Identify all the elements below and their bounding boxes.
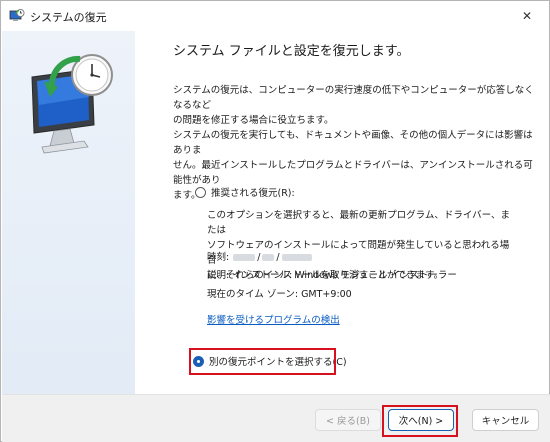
recommended-restore-option[interactable]: 推奨される復元(R):	[195, 185, 295, 199]
window-title: システムの復元	[30, 11, 107, 24]
recommended-radio[interactable]	[195, 186, 206, 198]
restore-hero-icon	[22, 47, 122, 157]
redacted-month	[262, 254, 275, 261]
warning-line: せん。最近インストールしたプログラムとドライバーは、アンインストールされる可能性…	[173, 160, 533, 186]
page-title: システム ファイルと設定を復元します。	[173, 44, 410, 59]
system-restore-window: システムの復元 ✕ システム ファイルと設定を復元します。 システムの復元は、コ…	[0, 0, 550, 442]
warning-line: システムの復元を実行しても、ドキュメントや画像、その他の個人データには影響はあり…	[173, 130, 533, 156]
option-highlight-box	[189, 348, 336, 375]
title-bar: システムの復元 ✕	[1, 1, 549, 31]
intro-paragraph: システムの復元は、コンピューターの実行速度の低下やコンピューターが応答しなくなる…	[173, 83, 537, 128]
restore-time-row: 時刻: / /	[207, 250, 312, 265]
side-panel	[2, 31, 135, 394]
date-separator: /	[276, 252, 280, 263]
redacted-year	[233, 254, 256, 261]
description-line: このオプションを選択すると、最新の更新プログラム、ドライバー、または	[207, 210, 511, 236]
restore-description-row: 説明: インストール: Windows モジュール インストーラー	[207, 270, 457, 281]
close-icon: ✕	[521, 9, 533, 23]
next-highlight-box	[382, 405, 458, 437]
intro-line: の問題を修正する場合に役立ちます。	[173, 115, 334, 126]
timezone-row: 現在のタイム ゾーン: GMT+9:00	[207, 289, 352, 300]
intro-line: システムの復元は、コンピューターの実行速度の低下やコンピューターが応答しなくなる…	[173, 85, 534, 111]
time-label: 時刻:	[207, 252, 230, 263]
close-button[interactable]: ✕	[505, 1, 549, 31]
redacted-day-time	[281, 254, 312, 261]
recommended-label: 推奨される復元(R):	[211, 188, 295, 199]
system-restore-icon	[9, 8, 25, 24]
back-button[interactable]: < 戻る(B)	[315, 409, 381, 431]
date-separator: /	[257, 252, 261, 263]
content-panel: システム ファイルと設定を復元します。 システムの復元は、コンピューターの実行速…	[135, 31, 549, 394]
button-bar: < 戻る(B) 次へ(N) > キャンセル	[2, 394, 550, 442]
scan-affected-programs-link[interactable]: 影響を受けるプログラムの検出	[207, 312, 340, 326]
cancel-button[interactable]: キャンセル	[472, 409, 539, 431]
